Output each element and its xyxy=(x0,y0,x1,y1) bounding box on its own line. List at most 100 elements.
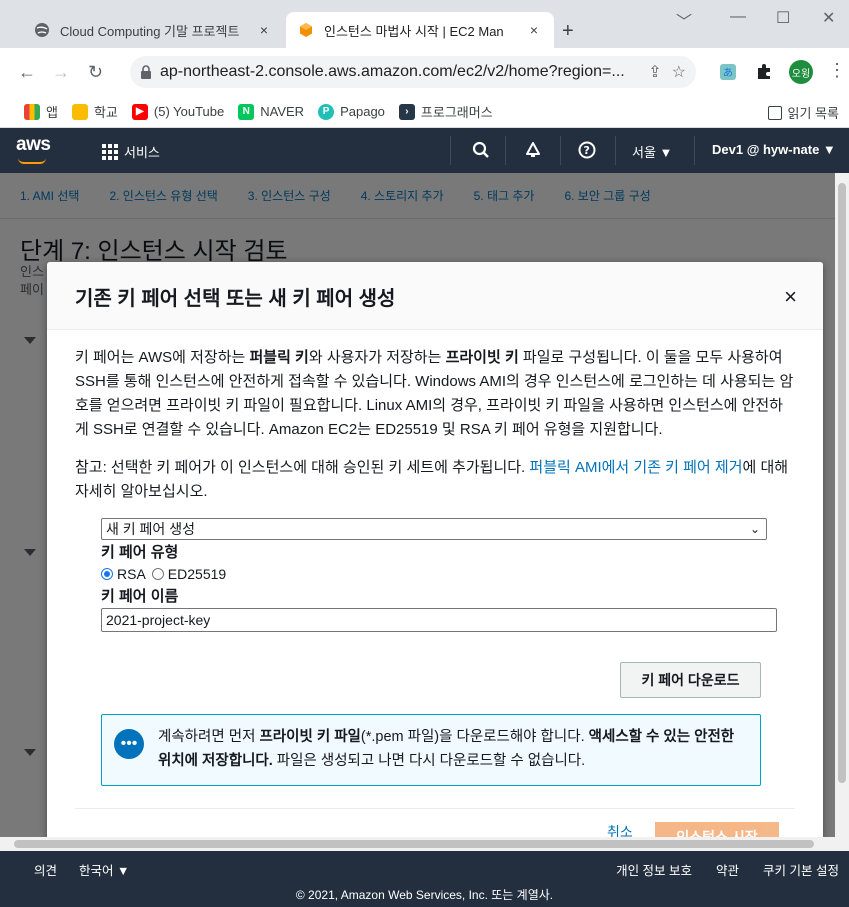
tab-search-chevron-icon[interactable]: ﹀ xyxy=(676,8,692,32)
aws-footer: 의견 한국어 ▼ 개인 정보 보호 약관 쿠키 기본 설정 © 2021, Am… xyxy=(0,851,849,907)
services-label: 서비스 xyxy=(124,145,160,160)
help-icon[interactable]: ? xyxy=(578,141,596,159)
key-name-input[interactable]: 2021-project-key xyxy=(101,608,777,632)
back-arrow-icon[interactable]: ← xyxy=(18,62,36,83)
bookmark-youtube[interactable]: ▶ (5) YouTube xyxy=(131,103,225,120)
info-text: 계속하려면 먼저 프라이빗 키 파일(*.pem 파일)을 다운로드해야 합니다… xyxy=(158,729,735,769)
key-pair-modal: 기존 키 페어 선택 또는 새 키 페어 생성 × 키 페어는 AWS에 저장하… xyxy=(47,262,823,837)
note-paragraph: 참고: 선택한 키 페어가 이 인스턴스에 대해 승인된 키 세트에 추가됩니다… xyxy=(75,459,789,500)
browser-tab-cloud-computing[interactable]: Cloud Computing 기말 프로젝트 × xyxy=(22,12,284,48)
services-grid-icon xyxy=(102,143,118,160)
privacy-link[interactable]: 개인 정보 보호 xyxy=(616,860,692,879)
info-alert: ••• 계속하려면 먼저 프라이빗 키 파일(*.pem 파일)을 다운로드해야… xyxy=(101,714,761,786)
bookmarks-bar: 앱 학교 ▶ (5) YouTube N NAVER P Papago › 프로… xyxy=(0,96,849,128)
bookmark-label: NAVER xyxy=(260,104,305,119)
share-icon[interactable]: ⇪ xyxy=(648,62,661,82)
aws-cube-icon xyxy=(300,23,312,37)
globe-icon xyxy=(35,23,49,37)
scrollbar-thumb[interactable] xyxy=(838,183,846,783)
intro-paragraph: 키 페어는 AWS에 저장하는 퍼블릭 키와 사용자가 저장하는 프라이빗 키 … xyxy=(75,349,794,438)
select-value: 새 키 페어 생성 xyxy=(106,521,195,537)
programmers-icon: › xyxy=(398,103,415,120)
download-key-pair-button[interactable]: 키 페어 다운로드 xyxy=(620,662,761,698)
scrollbar-thumb[interactable] xyxy=(14,840,814,848)
reading-list-label: 읽기 목록 xyxy=(787,106,839,121)
naver-icon: N xyxy=(238,103,255,120)
youtube-icon: ▶ xyxy=(131,103,148,120)
ed25519-radio[interactable] xyxy=(151,568,164,580)
launch-instance-button[interactable]: 인스턴스 시작 xyxy=(655,822,779,837)
nav-divider xyxy=(694,136,695,165)
cancel-button[interactable]: 취소 xyxy=(607,822,633,837)
svg-text:あ: あ xyxy=(723,67,733,79)
reading-list[interactable]: 읽기 목록 xyxy=(767,103,839,122)
bookmark-label: 학교 xyxy=(93,105,118,120)
vertical-scrollbar[interactable] xyxy=(835,173,849,837)
language-selector[interactable]: 한국어 ▼ xyxy=(79,860,129,879)
bookmark-star-icon[interactable]: ☆ xyxy=(672,62,686,82)
region-selector[interactable]: 서울 ▼ xyxy=(632,142,672,161)
translate-extension-icon[interactable]: あ xyxy=(718,62,738,82)
browser-tab-strip: Cloud Computing 기말 프로젝트 × 인스턴스 마법사 시작 | … xyxy=(0,0,849,48)
modal-header: 기존 키 페어 선택 또는 새 키 페어 생성 × xyxy=(47,262,823,330)
svg-text:?: ? xyxy=(584,144,590,157)
bookmark-school[interactable]: 학교 xyxy=(71,102,118,121)
nav-divider xyxy=(505,136,506,165)
bookmark-label: Papago xyxy=(340,104,385,119)
modal-title: 기존 키 페어 선택 또는 새 키 페어 생성 xyxy=(75,288,396,310)
ed25519-label: ED25519 xyxy=(167,566,227,582)
modal-body: 키 페어는 AWS에 저장하는 퍼블릭 키와 사용자가 저장하는 프라이빗 키 … xyxy=(47,330,823,632)
account-menu[interactable]: Dev1 @ hyw-nate ▼ xyxy=(712,142,836,157)
bookmark-label: 앱 xyxy=(46,105,58,120)
bookmark-naver[interactable]: N NAVER xyxy=(238,103,305,120)
chat-bubble-icon: ••• xyxy=(114,729,144,759)
tab-close-icon[interactable]: × xyxy=(526,22,542,38)
horizontal-scrollbar[interactable] xyxy=(0,837,849,851)
bookmark-papago[interactable]: P Papago xyxy=(318,103,385,120)
papago-icon: P xyxy=(318,103,335,120)
window-close-icon[interactable]: ✕ xyxy=(822,8,835,28)
reload-icon[interactable]: ↻ xyxy=(88,62,103,83)
aws-logo-smile xyxy=(18,158,46,164)
aws-top-nav: aws 서비스 ? 서울 ▼ Dev1 @ hyw-nate ▼ xyxy=(0,128,849,173)
bookmark-label: (5) YouTube xyxy=(153,104,225,119)
apps-grid-icon xyxy=(24,103,40,120)
feedback-link[interactable]: 의견 xyxy=(34,860,57,879)
lock-icon xyxy=(141,65,151,79)
minimize-icon[interactable]: — xyxy=(730,8,746,26)
maximize-icon[interactable]: ☐ xyxy=(776,8,790,28)
browser-toolbar: ← → ↻ ap-northeast-2.console.aws.amazon.… xyxy=(0,48,849,96)
profile-avatar[interactable]: 오윙 xyxy=(789,60,813,84)
url-text: ap-northeast-2.console.aws.amazon.com/ec… xyxy=(160,63,625,80)
address-bar[interactable]: ap-northeast-2.console.aws.amazon.com/ec… xyxy=(130,56,696,88)
chevron-down-icon: ⌄ xyxy=(749,522,760,536)
key-name-label: 키 페어 이름 xyxy=(101,588,179,605)
rsa-radio[interactable] xyxy=(101,568,113,580)
key-type-label: 키 페어 유형 xyxy=(101,544,179,561)
close-icon[interactable]: × xyxy=(784,284,797,310)
forward-arrow-icon[interactable]: → xyxy=(52,62,70,83)
folder-icon xyxy=(71,103,88,120)
puzzle-extension-icon[interactable] xyxy=(754,62,774,82)
tab-title: Cloud Computing 기말 프로젝트 xyxy=(60,23,240,39)
nav-divider xyxy=(615,136,616,165)
key-pair-option-select[interactable]: 새 키 페어 생성 ⌄ xyxy=(101,518,767,540)
browser-tab-ec2-wizard[interactable]: 인스턴스 마법사 시작 | EC2 Man × xyxy=(286,12,554,48)
search-icon[interactable] xyxy=(472,141,490,159)
cookie-preferences-link[interactable]: 쿠키 기본 설정 xyxy=(763,860,839,879)
new-tab-button[interactable]: + xyxy=(562,20,574,43)
bell-icon[interactable] xyxy=(524,141,542,159)
bookmark-apps[interactable]: 앱 xyxy=(24,102,58,121)
aws-logo[interactable]: aws xyxy=(16,134,51,156)
services-menu[interactable]: 서비스 xyxy=(102,142,160,161)
tab-close-icon[interactable]: × xyxy=(256,22,272,38)
remove-key-pair-link[interactable]: 퍼블릭 AMI에서 기존 키 페어 제거 xyxy=(529,459,742,476)
tab-title: 인스턴스 마법사 시작 | EC2 Man xyxy=(324,23,504,39)
more-menu-icon[interactable]: ⋮ xyxy=(828,60,846,81)
terms-link[interactable]: 약관 xyxy=(716,860,739,879)
bookmark-programmers[interactable]: › 프로그래머스 xyxy=(398,102,493,121)
rsa-label: RSA xyxy=(117,566,146,582)
reading-list-icon xyxy=(767,105,782,120)
key-type-radio-group: RSA ED25519 xyxy=(101,564,795,584)
copyright: © 2021, Amazon Web Services, Inc. 또는 계열사… xyxy=(295,888,554,902)
